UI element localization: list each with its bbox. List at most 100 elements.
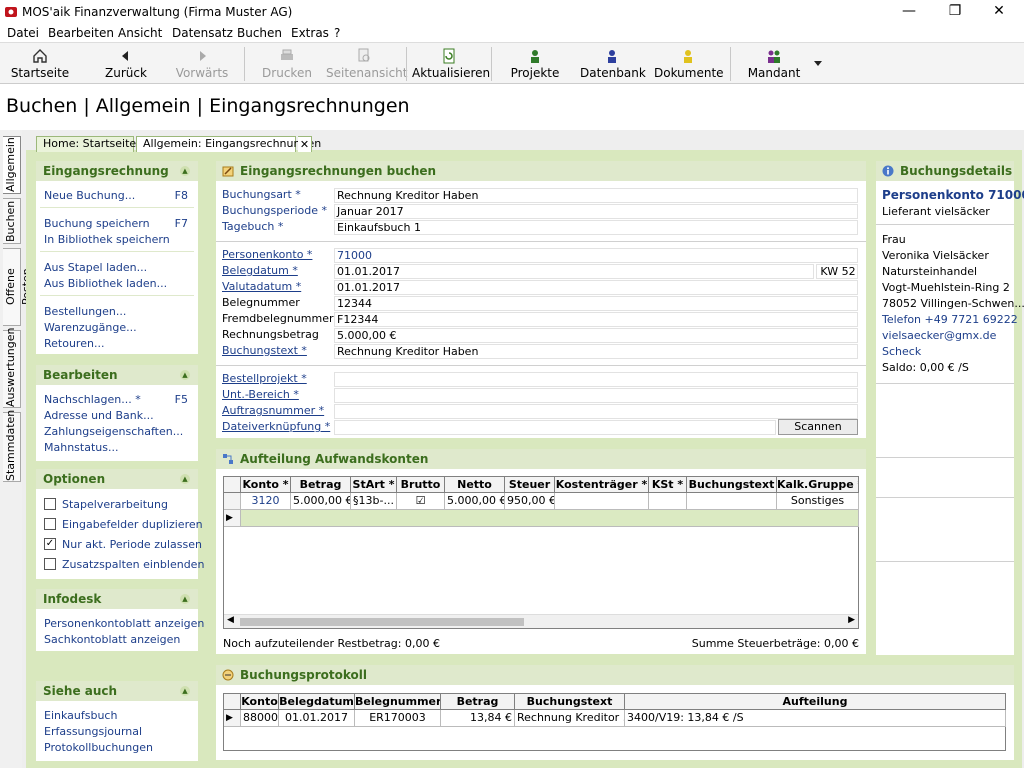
minimize-button[interactable]: — [886,0,932,24]
auftragsnummer-field[interactable] [334,404,858,419]
column-header-betrag[interactable]: Betrag [441,694,515,710]
auftragsnummer-link[interactable]: Auftragsnummer * [222,404,324,417]
forward-button[interactable]: Vorwärts [170,43,234,85]
column-header-start[interactable]: StArt * [351,477,397,493]
projekte-button[interactable]: Projekte [504,43,566,85]
protokollbuchungen-link[interactable]: Protokollbuchungen [44,741,153,754]
close-tab-icon[interactable]: ✕ [298,136,312,152]
unt-bereich-link[interactable]: Unt.-Bereich * [222,388,299,401]
cell-konto[interactable]: 3120 [241,493,291,510]
menu-ansicht[interactable]: Ansicht [118,26,162,40]
collapse-icon[interactable]: ▲ [180,594,190,604]
side-tab-offene-posten[interactable]: Offene Posten [3,248,33,326]
back-button[interactable]: Zurück [96,43,156,85]
mandant-button[interactable]: Mandant [744,43,804,85]
cell-kalk-gruppe[interactable]: Sonstiges [777,493,859,510]
side-tab-buchen[interactable]: Buchen [3,198,21,244]
cell-netto[interactable]: 5.000,00 € [445,493,505,510]
refresh-button[interactable]: Aktualisieren [412,43,490,85]
unt-bereich-field[interactable] [334,388,858,403]
personenkonto-field[interactable]: 71000 [334,248,858,263]
menu-datensatz[interactable]: Datensatz [172,26,233,40]
belegnummer-field[interactable]: 12344 [334,296,858,311]
column-header-kst[interactable]: KSt * [649,477,687,493]
scroll-right-icon[interactable]: ▶ [848,615,855,625]
side-tab-auswertungen[interactable]: Auswertungen [3,328,21,408]
doc-tab-home[interactable]: Home: Startseite [36,136,136,152]
panel-header[interactable]: Infodesk ▲ [36,589,198,609]
buchungstext-field[interactable]: Rechnung Kreditor Haben [334,344,858,359]
column-header-belegnummer[interactable]: Belegnummer [355,694,441,710]
column-header-netto[interactable]: Netto [445,477,505,493]
print-button[interactable]: Drucken [258,43,316,85]
column-header-kostentraeger[interactable]: Kostenträger * [555,477,649,493]
menu-bearbeiten[interactable]: Bearbeiten [48,26,114,40]
dateiverknuepfung-field[interactable] [334,420,776,435]
cell-buchungstext[interactable]: Rechnung Kreditor ... [515,710,625,727]
scannen-button[interactable]: Scannen [778,419,858,435]
menu-buchen[interactable]: Buchen [237,26,282,40]
bestellprojekt-link[interactable]: Bestellprojekt * [222,372,307,385]
cell-belegdatum[interactable]: 01.01.2017 [279,710,355,727]
column-header-steuer[interactable]: Steuer [505,477,555,493]
menu-help[interactable]: ? [334,26,340,40]
zahlungsart-link[interactable]: Scheck [882,345,921,358]
column-header-belegdatum[interactable]: Belegdatum [279,694,355,710]
scroll-left-icon[interactable]: ◀ [227,615,234,625]
column-header-aufteilung[interactable]: Aufteilung [625,694,1006,710]
belegdatum-link[interactable]: Belegdatum * [222,264,298,277]
menu-datei[interactable]: Datei [7,26,39,40]
cell-kst[interactable] [649,493,687,510]
erfassungsjournal-link[interactable]: Erfassungsjournal [44,725,142,738]
startseite-button[interactable]: Startseite [8,43,72,85]
mahnstatus-link[interactable]: Mahnstatus... [44,441,118,454]
column-header-brutto[interactable]: Brutto [397,477,445,493]
datenbank-button[interactable]: Datenbank [580,43,646,85]
belegdatum-field[interactable]: 01.01.2017 [334,264,814,279]
column-header-betrag[interactable]: Betrag [291,477,351,493]
current-row-indicator-icon[interactable]: ▶ [224,510,241,527]
aus-stapel-laden-link[interactable]: Aus Stapel laden... [44,261,147,274]
rechnungsbetrag-field[interactable]: 5.000,00 € [334,328,858,343]
warenzugaenge-link[interactable]: Warenzugänge... [44,321,137,334]
fremdbelegnummer-field[interactable]: F12344 [334,312,858,327]
bestellungen-link[interactable]: Bestellungen... [44,305,126,318]
maximize-button[interactable]: ❐ [932,0,978,24]
collapse-icon[interactable]: ▲ [180,474,190,484]
buchungsperiode-field[interactable]: Januar 2017 [334,204,858,219]
nachschlagen-link[interactable]: Nachschlagen... * [44,393,141,406]
column-header-konto[interactable]: Konto * [241,477,291,493]
brutto-checkbox[interactable]: ☑ [397,493,445,510]
retouren-link[interactable]: Retouren... [44,337,104,350]
panel-header[interactable]: Optionen ▲ [36,469,198,489]
valutadatum-field[interactable]: 01.01.2017 [334,280,858,295]
personenkontoblatt-link[interactable]: Personenkontoblatt anzeigen [44,617,204,630]
panel-header[interactable]: Bearbeiten ▲ [36,365,198,385]
cell-steuer[interactable]: 950,00 € [505,493,555,510]
cell-start[interactable]: §13b-... [351,493,397,510]
cell-betrag[interactable]: 13,84 € [441,710,515,727]
eingabefelder-duplizieren-checkbox[interactable] [44,518,56,530]
buchungstext-link[interactable]: Buchungstext * [222,344,307,357]
cell-betrag[interactable]: 5.000,00 € [291,493,351,510]
zusatzspalten-checkbox[interactable] [44,558,56,570]
cell-buchungstext[interactable] [687,493,777,510]
side-tab-allgemein[interactable]: Allgemein [3,136,21,194]
in-bibliothek-speichern-link[interactable]: In Bibliothek speichern [44,233,170,246]
buchung-speichern-link[interactable]: Buchung speichern [44,217,150,230]
column-header-kalk-gruppe[interactable]: Kalk.Gruppe * [777,477,859,493]
einkaufsbuch-link[interactable]: Einkaufsbuch [44,709,117,722]
print-preview-button[interactable]: Seitenansicht [326,43,407,85]
doc-tab-eingangsrechnungen[interactable]: Allgemein: Eingangsrechnungen [136,136,321,152]
new-row[interactable] [241,510,859,527]
neue-buchung-link[interactable]: Neue Buchung... [44,189,135,202]
collapse-icon[interactable]: ▲ [180,166,190,176]
email-link[interactable]: vielsaecker@gmx.de [882,329,996,342]
side-tab-stammdaten[interactable]: Stammdaten [3,410,21,482]
telefon-link[interactable]: Telefon +49 7721 69222 [882,313,1018,326]
tagebuch-field[interactable]: Einkaufsbuch 1 [334,220,858,235]
valutadatum-link[interactable]: Valutadatum * [222,280,301,293]
current-row-indicator-icon[interactable]: ▶ [224,710,241,727]
adresse-bank-link[interactable]: Adresse und Bank... [44,409,154,422]
dokumente-button[interactable]: Dokumente [654,43,724,85]
